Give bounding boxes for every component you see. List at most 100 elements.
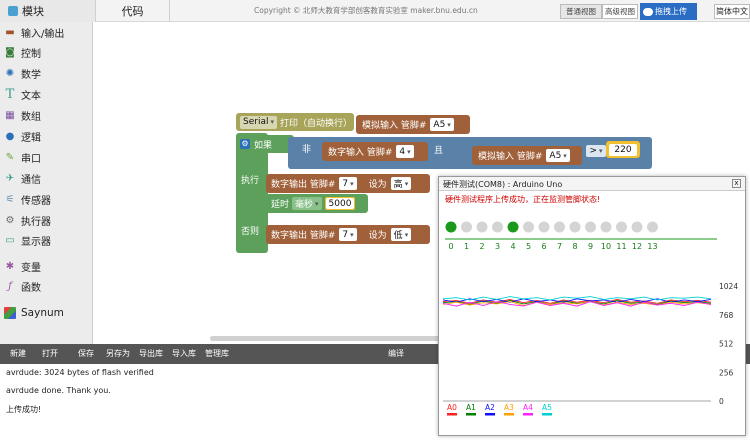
import-library-button[interactable]: 导入库 [172,348,196,359]
pin-label: 7 [557,242,562,251]
language-select[interactable]: 简体中文 [714,4,750,19]
legend-swatch [523,413,533,416]
legend-swatch [485,413,495,416]
and-label-block: 且 [430,141,456,157]
sidebar-item-label: 函数 [21,283,41,294]
y-tick-label: 768 [719,311,734,320]
sidebar-item-logic[interactable]: ● 逻辑 [0,127,93,146]
pin-indicator [445,221,457,233]
delay-unit-dropdown[interactable]: 毫秒 [292,197,322,210]
compile-button[interactable]: 编译 [388,348,404,359]
analog-pin-dropdown[interactable]: A5 [430,118,454,131]
sidebar-item-communication[interactable]: ✈ 通信 [0,169,93,188]
write-pin-dropdown-1[interactable]: 7 [339,177,357,190]
series-line [442,298,712,303]
sidebar-item-control[interactable]: ◙ 控制 [0,43,93,62]
sidebar-item-label: 传感器 [21,196,51,207]
manage-library-button[interactable]: 管理库 [205,348,229,359]
pen-icon: ✎ [5,152,15,163]
sidebar-item-sensor[interactable]: ⚟ 传感器 [0,190,93,209]
set-to-label: 设为 [368,180,387,190]
open-button[interactable]: 打开 [42,348,58,359]
sidebar-item-saynum[interactable]: Saynum [0,303,93,322]
upload-button[interactable]: 拖拽上传 [640,3,697,20]
pin-indicator [507,221,519,233]
if-label: 如果 [254,140,273,151]
legend-swatch [466,413,476,416]
delay-block[interactable]: 延时 毫秒 5000 [266,194,368,213]
threshold-value[interactable]: 220 [609,143,637,156]
legend-label: A3 [504,403,514,412]
pin-indicator [631,221,643,233]
sidebar-item-label: 串口 [21,154,41,165]
else-label: 否则 [241,226,260,237]
advanced-view-button[interactable]: 高级视图 [602,4,638,19]
pin-indicator [523,221,534,233]
compare-operator-dropdown[interactable]: > [586,145,606,157]
number-block[interactable]: 220 [606,141,640,158]
y-tick-label: 0 [719,397,724,406]
pin-label: 13 [647,242,657,251]
hardware-title: 硬件测试(COM8) : Arduino Uno [439,177,745,191]
sensor-icon: ⚟ [5,194,15,205]
category-sidebar: ▬ 输入/输出 ◙ 控制 ✺ 数学 T 文本 ▦ 数组 ● 逻辑 ✎ 串口 ✈ … [0,22,93,344]
tab-code[interactable]: 代码 [96,0,170,22]
normal-view-button[interactable]: 普通视图 [560,4,602,19]
do-label-block: 执行 [236,172,268,186]
top-bar: 模块 代码 Copyright © 北师大教育学部创客教育实验室 maker.b… [0,0,750,22]
sidebar-item-label: 数学 [21,70,41,81]
do-label: 执行 [241,175,260,186]
analog-pin-dropdown-2[interactable]: A5 [546,149,570,162]
io-icon: ▬ [5,27,15,38]
pin-indicator [585,221,596,233]
atom-icon: ✺ [5,68,15,79]
sidebar-item-display[interactable]: ▭ 显示器 [0,231,93,250]
sidebar-item-array[interactable]: ▦ 数组 [0,106,93,125]
sidebar-item-functions[interactable]: ƒ 函数 [0,277,93,296]
close-icon[interactable]: x [732,179,741,188]
pin-label: 0 [448,242,453,251]
upload-label: 拖拽上传 [655,7,687,16]
copyright-text: Copyright © 北师大教育学部创客教育实验室 maker.bnu.edu… [254,6,478,15]
high-low-dropdown-2[interactable]: 低 [390,228,412,241]
sidebar-item-label: 数组 [21,112,41,123]
monitor-icon: ▭ [5,235,15,246]
save-as-button[interactable]: 另存为 [106,348,130,359]
legend-swatch [542,413,552,416]
sidebar-item-text[interactable]: T 文本 [0,85,93,104]
serial-dropdown[interactable]: Serial [240,115,277,129]
array-icon: ▦ [5,110,15,121]
pin-label: 3 [495,242,500,251]
legend-label: A5 [542,403,552,412]
high-low-dropdown-1[interactable]: 高 [390,177,412,190]
pin-indicator [647,221,658,233]
pin-indicator [554,221,565,233]
not-label: 非 [302,144,312,155]
serial-print-block[interactable]: Serial 打印（自动换行） [236,113,354,131]
new-button[interactable]: 新建 [10,348,26,359]
analog-read-label: 模拟输入 管脚# [362,121,427,131]
else-label-block: 否则 [236,223,268,237]
sidebar-item-io[interactable]: ▬ 输入/输出 [0,23,93,42]
pin-indicator [538,221,550,233]
save-button[interactable]: 保存 [78,348,94,359]
digital-write-block-2[interactable]: 数字输出 管脚# 7 设为 低 [266,225,430,244]
digital-write-block-1[interactable]: 数字输出 管脚# 7 设为 高 [266,174,430,193]
pin-indicator [600,221,612,233]
sidebar-item-variables[interactable]: ✱ 变量 [0,257,93,276]
digital-pin-dropdown[interactable]: 4 [396,145,414,158]
sidebar-item-serial[interactable]: ✎ 串口 [0,148,93,167]
sidebar-item-actuator[interactable]: ⚙ 执行器 [0,211,93,230]
analog-read-block[interactable]: 模拟输入 管脚# A5 [356,115,470,134]
delay-value-block: 5000 [324,197,356,210]
pin-indicator [492,221,503,233]
export-library-button[interactable]: 导出库 [139,348,163,359]
delay-value[interactable]: 5000 [325,198,355,209]
write-pin-dropdown-2[interactable]: 7 [339,228,357,241]
tab-blocks[interactable]: 模块 [0,0,96,22]
digital-read-block[interactable]: 数字输入 管脚# 4 [322,142,428,161]
analog-read-block-2[interactable]: 模拟输入 管脚# A5 [472,146,582,165]
sidebar-item-math[interactable]: ✺ 数学 [0,64,93,83]
legend-swatch [504,413,514,416]
variable-icon: ✱ [5,261,15,272]
